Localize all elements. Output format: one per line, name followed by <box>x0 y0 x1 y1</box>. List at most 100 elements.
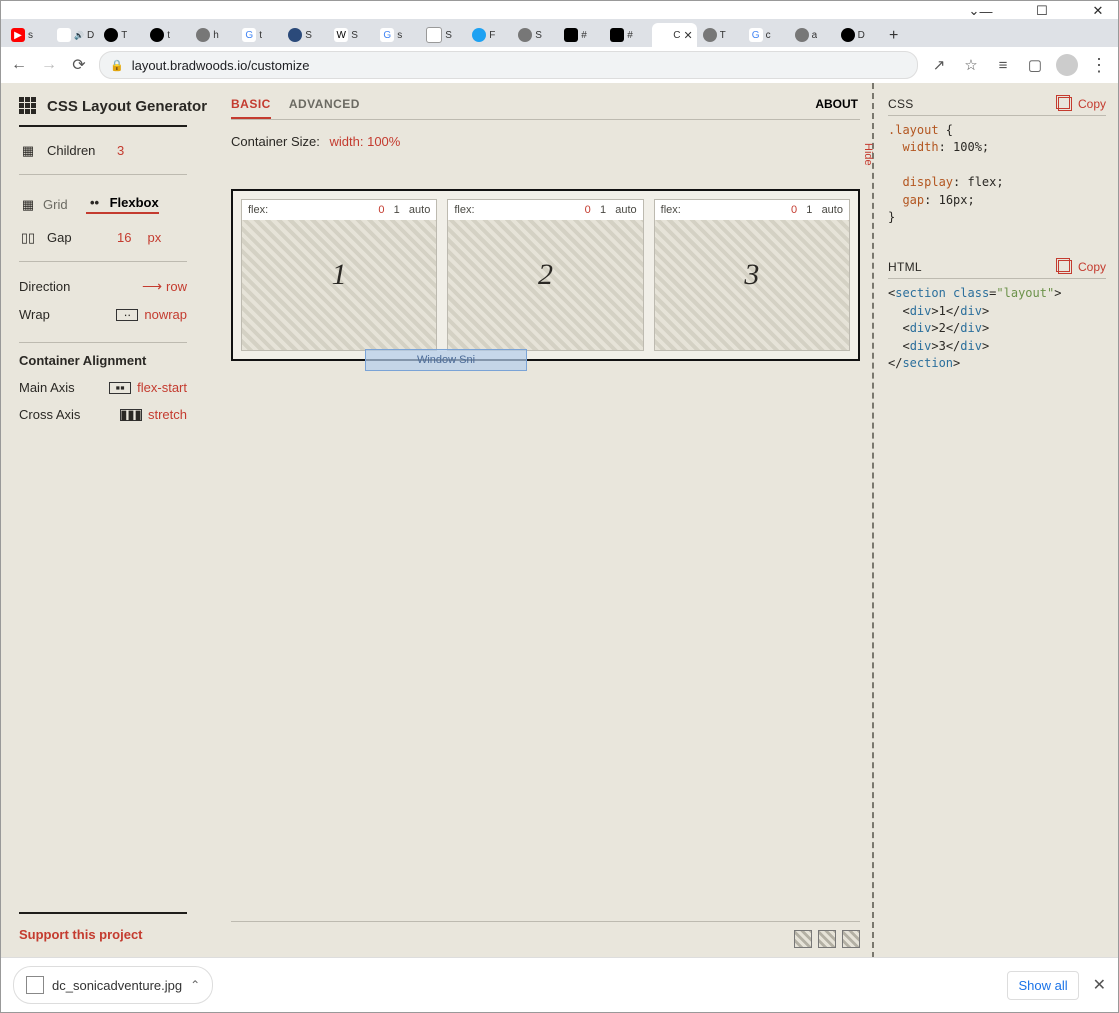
pattern-swatch[interactable] <box>842 930 860 948</box>
address-bar[interactable]: 🔒 layout.bradwoods.io/customize <box>99 51 918 79</box>
browser-tab[interactable]: D <box>837 23 881 47</box>
container-size-value: width: 100% <box>330 134 401 149</box>
browser-tab[interactable]: Gc <box>745 23 789 47</box>
sidebar: CSS Layout Generator ▦ Children 3 ▦ Grid… <box>1 83 219 958</box>
gap-control[interactable]: ▯▯ Gap 16 px <box>19 224 218 251</box>
app-title: CSS Layout Generator <box>47 98 207 115</box>
browser-tab[interactable]: T <box>699 23 743 47</box>
share-icon[interactable]: ↗ <box>928 54 950 76</box>
cell-number: 1 <box>242 200 436 350</box>
divider <box>19 125 187 127</box>
download-filename: dc_sonicadventure.jpg <box>52 978 182 993</box>
profile-avatar[interactable] <box>1056 54 1078 76</box>
grid-icon: ▦ <box>19 198 37 212</box>
pattern-swatch[interactable] <box>818 930 836 948</box>
browser-tab[interactable]: Gs <box>376 23 420 47</box>
support-link[interactable]: Support this project <box>19 927 143 942</box>
side-panel-icon[interactable]: ▢ <box>1024 54 1046 76</box>
tab-label: S <box>535 30 542 41</box>
new-tab-button[interactable]: + <box>883 25 905 47</box>
browser-tab[interactable]: F <box>468 23 512 47</box>
tab-label: a <box>812 30 818 41</box>
main-axis-label: Main Axis <box>19 380 75 395</box>
browser-tab[interactable]: S <box>284 23 328 47</box>
browser-tab[interactable]: ▶s <box>7 23 51 47</box>
children-control[interactable]: ▦ Children 3 <box>19 137 218 164</box>
chrome-menu-icon[interactable]: ⋮ <box>1088 54 1110 76</box>
container-size-row[interactable]: Container Size: width: 100% <box>231 134 860 149</box>
layout-preview: flex:0 1 auto1flex:0 1 auto2flex:0 1 aut… <box>231 189 860 361</box>
gap-label: Gap <box>47 230 107 245</box>
window-minimize[interactable]: — <box>972 2 1000 20</box>
browser-tab[interactable]: h <box>192 23 236 47</box>
preview-cell[interactable]: flex:0 1 auto1 <box>241 199 437 351</box>
wrap-control[interactable]: Wrap ∙∙ nowrap <box>19 301 187 328</box>
browser-tab[interactable]: C✕ <box>652 23 696 47</box>
children-icon: ▦ <box>19 144 37 158</box>
children-value: 3 <box>117 143 124 158</box>
window-maximize[interactable]: ☐ <box>1028 2 1056 20</box>
nav-back-icon[interactable]: ← <box>9 55 29 75</box>
app-title-row: CSS Layout Generator <box>19 97 218 115</box>
main-axis-control[interactable]: Main Axis ▪▪ flex-start <box>19 374 187 401</box>
container-alignment-header: Container Alignment <box>19 342 187 368</box>
tab-label: # <box>581 30 587 41</box>
direction-label: Direction <box>19 279 70 294</box>
hide-panel-button[interactable]: Hide <box>862 143 874 166</box>
pattern-swatch[interactable] <box>794 930 812 948</box>
gap-value: 16 <box>117 230 131 245</box>
reading-list-icon[interactable]: ≡ <box>992 54 1014 76</box>
tab-advanced[interactable]: ADVANCED <box>289 97 360 119</box>
direction-control[interactable]: Direction ⟶ row <box>19 272 187 301</box>
tab-label: h <box>213 30 219 41</box>
tab-basic[interactable]: BASIC <box>231 97 271 119</box>
browser-tab[interactable]: S <box>422 23 466 47</box>
chevron-up-icon[interactable]: ⌃ <box>190 978 200 992</box>
css-code-block: .layout { width: 100%; display: flex; ga… <box>888 122 1106 226</box>
css-header: CSS Copy <box>888 97 1106 116</box>
copy-html-button[interactable]: Copy <box>1058 260 1106 274</box>
tab-label: s <box>397 30 402 41</box>
close-tab-icon[interactable]: ✕ <box>683 29 692 42</box>
browser-tab[interactable]: # <box>606 23 650 47</box>
preview-cell[interactable]: flex:0 1 auto3 <box>654 199 850 351</box>
browser-tab[interactable]: t <box>146 23 190 47</box>
mode-grid[interactable]: ▦ Grid <box>19 197 68 212</box>
mode-flexbox[interactable]: •• Flexbox <box>86 195 159 214</box>
html-title: HTML <box>888 260 922 274</box>
favicon <box>656 28 670 42</box>
nav-reload-icon[interactable]: ⟳ <box>69 55 89 75</box>
window-close[interactable]: ✕ <box>1084 2 1112 20</box>
bookmark-star-icon[interactable]: ☆ <box>960 54 982 76</box>
file-icon <box>26 976 44 994</box>
arrow-right-icon: ⟶ <box>142 278 160 295</box>
tab-label: D <box>858 30 865 41</box>
favicon: G <box>242 28 256 42</box>
favicon <box>564 28 578 42</box>
browser-tab[interactable]: 🔊D <box>53 23 98 47</box>
browser-tab[interactable]: # <box>560 23 604 47</box>
tab-label: F <box>489 30 495 41</box>
copy-css-button[interactable]: Copy <box>1058 97 1106 111</box>
browser-tab[interactable]: S <box>514 23 558 47</box>
about-link[interactable]: ABOUT <box>815 97 858 111</box>
url-text: layout.bradwoods.io/customize <box>132 58 310 73</box>
browser-toolbar: ← → ⟳ 🔒 layout.bradwoods.io/customize ↗ … <box>1 47 1118 84</box>
wrap-value: nowrap <box>144 307 187 322</box>
html-header: HTML Copy <box>888 260 1106 279</box>
close-shelf-button[interactable]: ✕ <box>1093 975 1106 995</box>
browser-tab[interactable]: T <box>100 23 144 47</box>
cross-axis-control[interactable]: Cross Axis ▮▮▮ stretch <box>19 401 187 428</box>
cell-number: 3 <box>655 200 849 350</box>
download-item[interactable]: dc_sonicadventure.jpg ⌃ <box>13 966 213 1004</box>
main-tabs: BASIC ADVANCED <box>231 97 860 119</box>
gap-unit[interactable]: px <box>147 230 161 245</box>
show-all-downloads[interactable]: Show all <box>1007 971 1078 1000</box>
preview-cell[interactable]: flex:0 1 auto2 <box>447 199 643 351</box>
browser-tab[interactable]: a <box>791 23 835 47</box>
tab-label: T <box>121 30 127 41</box>
browser-tab[interactable]: WS <box>330 23 374 47</box>
browser-tab[interactable]: Gt <box>238 23 282 47</box>
copy-label: Copy <box>1078 97 1106 111</box>
favicon <box>841 28 855 42</box>
